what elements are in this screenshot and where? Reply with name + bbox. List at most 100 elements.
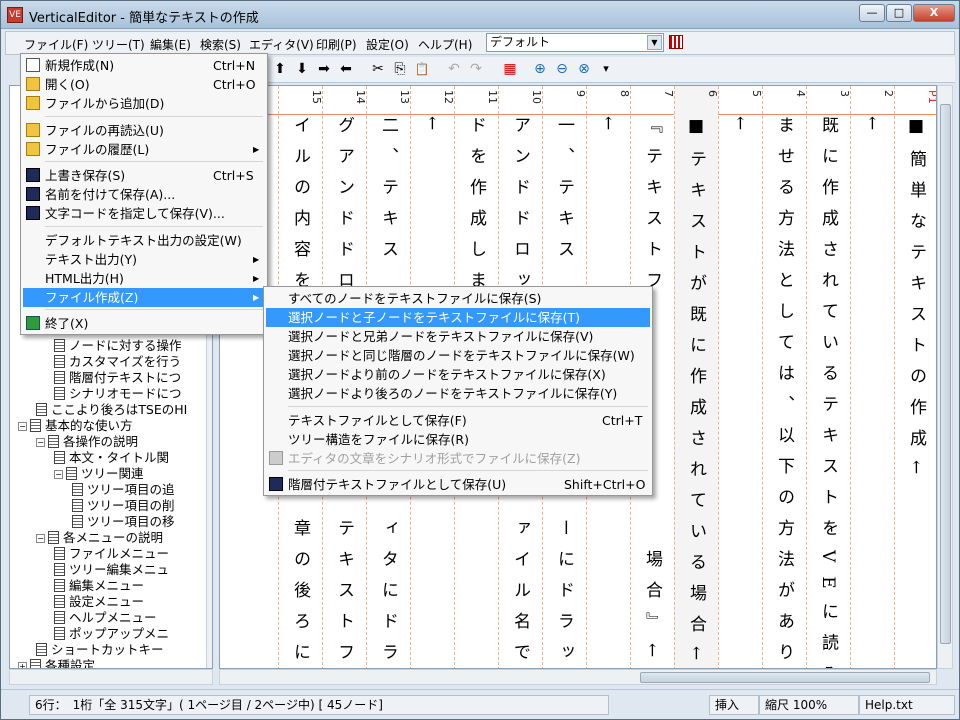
arrow-up-icon[interactable]: ⬆ (271, 60, 289, 78)
tree-item[interactable]: 編集メニュー (54, 578, 144, 594)
tree-item[interactable]: ここより後ろはTSEのHI (36, 402, 187, 418)
file-menu-item[interactable]: ファイル作成(Z) ▶ (23, 288, 265, 307)
file-menu-item[interactable]: ファイルの再読込(U) (23, 121, 265, 140)
tree-horizontal-scrollbar[interactable] (9, 669, 213, 685)
expand-toggle-icon[interactable]: + (18, 662, 27, 668)
scroll-thumb[interactable] (940, 104, 951, 644)
submenu-item[interactable]: 選択ノードと兄弟ノードをテキストファイルに保存(V) (266, 327, 650, 346)
undo-icon[interactable]: ↶ (445, 60, 463, 78)
grid-toggle-icon[interactable]: ▦ (501, 60, 519, 78)
chevron-down-icon[interactable]: ▼ (647, 35, 662, 50)
copy-icon[interactable]: ⎘ (391, 60, 409, 78)
tree-item[interactable]: 本文・タイトル関 (54, 450, 169, 466)
zoom-in-icon[interactable]: ⊕ (531, 60, 549, 78)
menu-editor[interactable]: エディタ(V) (249, 36, 314, 53)
expand-toggle-icon[interactable]: − (36, 438, 45, 447)
menu-separator (288, 406, 648, 407)
expand-toggle-icon[interactable]: − (36, 534, 45, 543)
file-menu-item[interactable]: テキスト出力(Y) ▶ (23, 250, 265, 269)
tree-item[interactable]: ツリー項目の移 (72, 514, 175, 530)
tree-item-label: ヘルプメニュー (69, 610, 157, 625)
menu-shortcut: Ctrl+S (213, 168, 254, 183)
tree-item-label: 各メニューの説明 (63, 530, 164, 545)
submenu-item[interactable]: 選択ノードより後ろのノードをテキストファイルに保存(Y) (266, 384, 650, 403)
file-menu-item[interactable]: ファイルから追加(D) (23, 94, 265, 113)
tree-item[interactable]: ショートカットキー (36, 642, 164, 658)
tree-item[interactable]: ポップアップメニ (54, 626, 169, 642)
zoom-reset-icon[interactable]: ⊗ (575, 60, 593, 78)
zoom-out-icon[interactable]: ⊖ (553, 60, 571, 78)
arrow-left-icon[interactable]: ⬅ (337, 60, 355, 78)
editor-column[interactable]: 4 ませる方法としては、以下の方法がありま (762, 86, 807, 668)
menu-help[interactable]: ヘルプ(H) (418, 36, 472, 53)
paste-icon[interactable]: 📋 (413, 60, 431, 78)
tree-item[interactable]: + 各種設定 (18, 658, 95, 668)
file-menu-item[interactable]: デフォルトテキスト出力の設定(W) (23, 231, 265, 250)
file-menu-item[interactable]: HTML出力(H) ▶ (23, 269, 265, 288)
menu-settings[interactable]: 設定(O) (366, 36, 409, 53)
menu-tree[interactable]: ツリー(T) (92, 36, 145, 53)
tree-item[interactable]: ツリー項目の追 (72, 482, 175, 498)
editor-vertical-scrollbar[interactable] (937, 85, 953, 669)
file-menu-item[interactable]: 開く(O) Ctrl+O (23, 75, 265, 94)
menu-file[interactable]: ファイル(F) (24, 36, 88, 53)
grid-icon[interactable] (669, 35, 683, 49)
editor-column[interactable]: 5 ← (718, 86, 763, 668)
menu-print[interactable]: 印刷(P) (316, 36, 357, 53)
document-icon (54, 355, 65, 368)
title-bar[interactable]: VE VerticalEditor - 簡単なテキストの作成 — □ X (1, 1, 959, 29)
column-text: ■簡単なテキストの作成← (906, 116, 926, 489)
tree-item[interactable]: − 各メニューの説明 (36, 530, 163, 546)
file-menu-item[interactable]: 名前を付けて保存(A)... (23, 185, 265, 204)
expand-toggle-icon[interactable]: − (54, 470, 63, 479)
editor-column[interactable]: 6 ■テキストが既に作成されている場合← (674, 86, 719, 668)
arrow-down-icon[interactable]: ⬇ (293, 60, 311, 78)
submenu-item[interactable]: すべてのノードをテキストファイルに保存(S) (266, 289, 650, 308)
cut-icon[interactable]: ✂ (369, 60, 387, 78)
tree-item[interactable]: − ツリー関連 (54, 466, 144, 482)
tree-item[interactable]: ツリー編集メニュ (54, 562, 169, 578)
submenu-item[interactable]: テキストファイルとして保存(F) Ctrl+T (266, 411, 650, 430)
submenu-item[interactable]: 選択ノードと同じ階層のノードをテキストファイルに保存(W) (266, 346, 650, 365)
file-menu-item[interactable]: 終了(X) (23, 314, 265, 333)
submenu-item[interactable]: 階層付テキストファイルとして保存(U) Shift+Ctrl+O (266, 475, 650, 494)
file-menu-item[interactable]: ファイルの履歴(L) ▶ (23, 140, 265, 159)
submenu-item[interactable]: ツリー構造をファイルに保存(R) (266, 430, 650, 449)
submenu-item[interactable]: 選択ノードより前のノードをテキストファイルに保存(X) (266, 365, 650, 384)
tree-item[interactable]: ファイルメニュー (54, 546, 169, 562)
file-menu-item[interactable]: 文字コードを指定して保存(V)... (23, 204, 265, 223)
submenu-item[interactable]: 選択ノードと子ノードをテキストファイルに保存(T) (266, 308, 650, 327)
editor-column[interactable]: P1 ■簡単なテキストの作成← (894, 86, 936, 668)
tree-item[interactable]: ノードに対する操作 (54, 338, 182, 354)
file-menu-item[interactable]: 新規作成(N) Ctrl+N (23, 56, 265, 75)
tree-item[interactable]: 設定メニュー (54, 594, 144, 610)
tree-item[interactable]: ヘルプメニュー (54, 610, 157, 626)
tree-item[interactable]: − 基本的な使い方 (18, 418, 133, 434)
tree-item[interactable]: ツリー項目の削 (72, 498, 175, 514)
tree-item[interactable]: シナリオモードにつ (54, 386, 182, 402)
tree-item[interactable]: カスタマイズを行う (54, 354, 181, 370)
menu-item-label: ファイル作成(Z) (45, 290, 139, 305)
redo-icon[interactable]: ↷ (467, 60, 485, 78)
tree-item[interactable]: − 各操作の説明 (36, 434, 138, 450)
chevron-down-icon[interactable]: ▾ (597, 60, 615, 78)
file-menu-item[interactable]: 上書き保存(S) Ctrl+S (23, 166, 265, 185)
editor-column[interactable]: 3 既に作成されているテキストをVEに読み込 (806, 86, 851, 668)
scroll-thumb[interactable] (640, 672, 930, 683)
document-icon (54, 563, 65, 576)
tree-item-label: 階層付テキストにつ (69, 370, 182, 385)
editor-column[interactable]: 2 ← (850, 86, 895, 668)
minimize-button[interactable]: — (859, 4, 885, 22)
expand-toggle-icon[interactable]: − (18, 422, 27, 431)
menu-item-label: エディタの文章をシナリオ形式でファイルに保存(Z) (288, 451, 581, 466)
menu-item-label: すべてのノードをテキストファイルに保存(S) (288, 291, 542, 306)
menu-edit[interactable]: 編集(E) (150, 36, 191, 53)
menu-search[interactable]: 検索(S) (200, 36, 241, 53)
editor-horizontal-scrollbar[interactable] (219, 669, 937, 685)
style-combo[interactable]: デフォルト ▼ (486, 33, 664, 52)
menu-item-label: 終了(X) (45, 316, 89, 331)
close-button[interactable]: X (913, 4, 955, 22)
tree-item[interactable]: 階層付テキストにつ (54, 370, 181, 386)
arrow-right-icon[interactable]: ➡ (315, 60, 333, 78)
maximize-button[interactable]: □ (886, 4, 912, 22)
